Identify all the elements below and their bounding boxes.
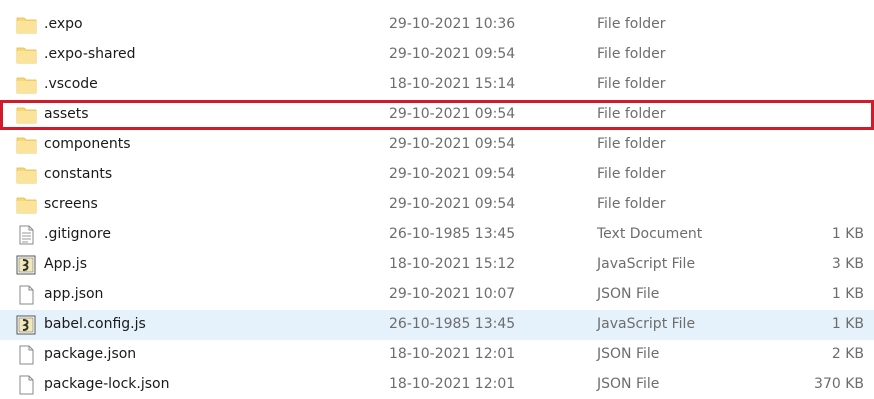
file-date-modified: 18-10-2021 12:01 — [389, 376, 516, 392]
file-type: File folder — [597, 136, 666, 152]
file-type: File folder — [597, 76, 666, 92]
file-name: .expo — [44, 16, 83, 32]
file-size: 1 KB — [831, 286, 864, 302]
file-size: 1 KB — [831, 226, 864, 242]
file-row-package-lock-json[interactable]: package-lock.json 18-10-2021 12:01 JSON … — [0, 370, 874, 399]
file-type: JSON File — [597, 346, 660, 362]
file-type: JSON File — [597, 376, 660, 392]
javascript-file-icon — [16, 255, 37, 275]
folder-icon — [16, 165, 37, 185]
file-row-gitignore[interactable]: .gitignore 26-10-1985 13:45 Text Documen… — [0, 220, 874, 250]
file-type: Text Document — [597, 226, 703, 242]
blank-file-icon — [16, 285, 37, 305]
file-date-modified: 29-10-2021 09:54 — [389, 166, 516, 182]
file-size: 2 KB — [831, 346, 864, 362]
file-name: components — [44, 136, 131, 152]
file-name: constants — [44, 166, 113, 182]
folder-icon — [16, 75, 37, 95]
file-date-modified: 18-10-2021 15:14 — [389, 76, 516, 92]
file-name: screens — [44, 196, 98, 212]
file-type: JavaScript File — [597, 256, 696, 272]
file-type: File folder — [597, 196, 666, 212]
file-type: File folder — [597, 46, 666, 62]
file-row-screens[interactable]: screens 29-10-2021 09:54 File folder — [0, 190, 874, 220]
javascript-file-icon — [16, 315, 37, 335]
file-name: App.js — [44, 256, 87, 272]
file-row-app-js[interactable]: App.js 18-10-2021 15:12 JavaScript File … — [0, 250, 874, 280]
file-date-modified: 18-10-2021 15:12 — [389, 256, 516, 272]
file-name: .expo-shared — [44, 46, 136, 62]
file-type: JSON File — [597, 286, 660, 302]
file-name: babel.config.js — [44, 316, 146, 332]
file-row-babel-config-js[interactable]: babel.config.js 26-10-1985 13:45 JavaScr… — [0, 310, 874, 340]
file-row-expo-shared[interactable]: .expo-shared 29-10-2021 09:54 File folde… — [0, 40, 874, 70]
file-date-modified: 29-10-2021 09:54 — [389, 196, 516, 212]
blank-file-icon — [16, 345, 37, 365]
file-row-vscode[interactable]: .vscode 18-10-2021 15:14 File folder — [0, 70, 874, 100]
file-row-assets[interactable]: assets 29-10-2021 09:54 File folder — [0, 100, 874, 130]
file-name: assets — [44, 106, 89, 122]
folder-icon — [16, 135, 37, 155]
file-date-modified: 29-10-2021 10:36 — [389, 16, 516, 32]
file-size: 3 KB — [831, 256, 864, 272]
file-date-modified: 26-10-1985 13:45 — [389, 226, 516, 242]
file-list: .expo 29-10-2021 10:36 File folder .expo… — [0, 0, 874, 399]
file-date-modified: 29-10-2021 09:54 — [389, 46, 516, 62]
file-size: 370 KB — [814, 376, 864, 392]
file-name: .vscode — [44, 76, 98, 92]
file-name: .gitignore — [44, 226, 111, 242]
file-type: JavaScript File — [597, 316, 696, 332]
file-name: package.json — [44, 346, 137, 362]
file-type: File folder — [597, 106, 666, 122]
file-date-modified: 29-10-2021 10:07 — [389, 286, 516, 302]
file-row-expo[interactable]: .expo 29-10-2021 10:36 File folder — [0, 10, 874, 40]
file-row-components[interactable]: components 29-10-2021 09:54 File folder — [0, 130, 874, 160]
folder-icon — [16, 195, 37, 215]
file-name: app.json — [44, 286, 104, 302]
file-type: File folder — [597, 16, 666, 32]
file-row-app-json[interactable]: app.json 29-10-2021 10:07 JSON File 1 KB — [0, 280, 874, 310]
file-date-modified: 29-10-2021 09:54 — [389, 106, 516, 122]
folder-icon — [16, 105, 37, 125]
folder-icon — [16, 45, 37, 65]
file-type: File folder — [597, 166, 666, 182]
file-row-package-json[interactable]: package.json 18-10-2021 12:01 JSON File … — [0, 340, 874, 370]
file-date-modified: 26-10-1985 13:45 — [389, 316, 516, 332]
file-name: package-lock.json — [44, 376, 170, 392]
file-date-modified: 18-10-2021 12:01 — [389, 346, 516, 362]
file-row-constants[interactable]: constants 29-10-2021 09:54 File folder — [0, 160, 874, 190]
file-date-modified: 29-10-2021 09:54 — [389, 136, 516, 152]
blank-file-icon — [16, 375, 37, 395]
text-document-icon — [16, 225, 37, 245]
folder-icon — [16, 15, 37, 35]
file-size: 1 KB — [831, 316, 864, 332]
